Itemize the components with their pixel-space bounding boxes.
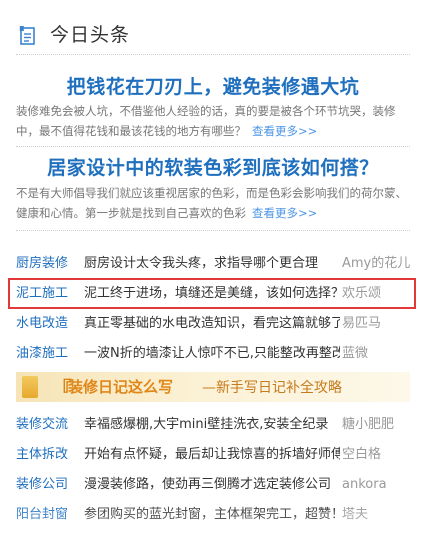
list-item: 装修交流 幸福感爆棚,大宇mini壁挂洗衣,安装全纪录 糖小肥肥 — [16, 412, 416, 438]
headline-2[interactable]: 居家设计中的软装色彩到底该如何搭？ — [0, 153, 426, 180]
article-category[interactable]: 装修交流 — [16, 412, 68, 438]
headline-1-summary: 装修难免会被人坑，不借鉴他人经验的话，真的要是被各个环节坑哭，装修中，最不值得花… — [16, 101, 412, 141]
article-title[interactable]: 漫漫装修路，使劲再三倒腾才选定装修公司 — [84, 472, 340, 498]
article-author: 蓝微 — [342, 346, 369, 361]
article-author: Amy的花儿 — [342, 256, 411, 271]
article-category[interactable]: 油漆施工 — [16, 341, 68, 367]
more-link[interactable]: 查看更多>> — [252, 124, 317, 138]
list-item: 水电改造 真正零基础的水电改造知识，看完这篇就够了 易匹马 — [16, 311, 416, 337]
article-category[interactable]: 厨房装修 — [16, 251, 68, 277]
more-link[interactable]: 查看更多>> — [252, 206, 317, 220]
headline-1[interactable]: 把钱花在刀刃上，避免装修遇大坑 — [0, 72, 426, 99]
banner-subtitle: —新手写日记补全攻略 — [202, 380, 342, 396]
divider — [16, 230, 410, 231]
divider — [16, 146, 410, 147]
banner-title: 装修日记这么写 — [68, 378, 174, 396]
article-title[interactable]: 幸福感爆棚,大宇mini壁挂洗衣,安装全纪录 — [84, 412, 340, 438]
summary-text: 不是有大师倡导我们就应该重视居家的色彩，而是色彩会影响我们的荷尔蒙、健康和心情。… — [16, 186, 407, 220]
article-title[interactable]: 厨房设计太令我头疼，求指导哪个更合理 — [84, 251, 340, 277]
banner-decoration — [22, 376, 38, 398]
highlight-box — [8, 278, 416, 309]
list-item: 阳台封窗 参团购买的蓝光封窗，主体框架完工，超赞！ 塔夫 — [16, 502, 416, 528]
headline-2-summary: 不是有大师倡导我们就应该重视居家的色彩，而是色彩会影响我们的荷尔蒙、健康和心情。… — [16, 183, 412, 223]
article-category[interactable]: 主体拆改 — [16, 442, 68, 468]
summary-text: 装修难免会被人坑，不借鉴他人经验的话，真的要是被各个环节坑哭，装修中，最不值得花… — [16, 104, 396, 138]
article-category[interactable]: 水电改造 — [16, 311, 68, 337]
list-item: 厨房装修 厨房设计太令我头疼，求指导哪个更合理 Amy的花儿 — [16, 251, 416, 277]
news-icon — [19, 26, 35, 45]
list-item: 主体拆改 开始有点怀疑，最后却让我惊喜的拆墙好师傅 空白格 — [16, 442, 416, 468]
section-title: 今日头条 — [50, 24, 131, 46]
article-category[interactable]: 装修公司 — [16, 472, 68, 498]
article-category[interactable]: 阳台封窗 — [16, 502, 68, 528]
article-author: 糖小肥肥 — [342, 417, 395, 432]
article-title[interactable]: 真正零基础的水电改造知识，看完这篇就够了 — [84, 311, 340, 337]
article-title[interactable]: 开始有点怀疑，最后却让我惊喜的拆墙好师傅 — [84, 442, 340, 468]
article-author: ankora — [342, 477, 387, 492]
article-author: 易匹马 — [342, 316, 382, 331]
article-title[interactable]: 参团购买的蓝光封窗，主体框架完工，超赞！ — [84, 502, 340, 528]
list-item: 油漆施工 一波N折的墙漆让人惊吓不已,只能整改再整改 蓝微 — [16, 341, 416, 367]
article-title[interactable]: 一波N折的墙漆让人惊吓不已,只能整改再整改 — [84, 341, 340, 367]
section-header: 今日头条 — [0, 18, 426, 52]
article-author: 塔夫 — [342, 507, 369, 522]
divider — [16, 54, 410, 55]
list-item: 装修公司 漫漫装修路，使劲再三倒腾才选定装修公司 ankora — [16, 472, 416, 498]
diary-banner[interactable]: 『 装修日记这么写 —新手写日记补全攻略 — [16, 372, 410, 402]
article-author: 空白格 — [342, 447, 382, 462]
